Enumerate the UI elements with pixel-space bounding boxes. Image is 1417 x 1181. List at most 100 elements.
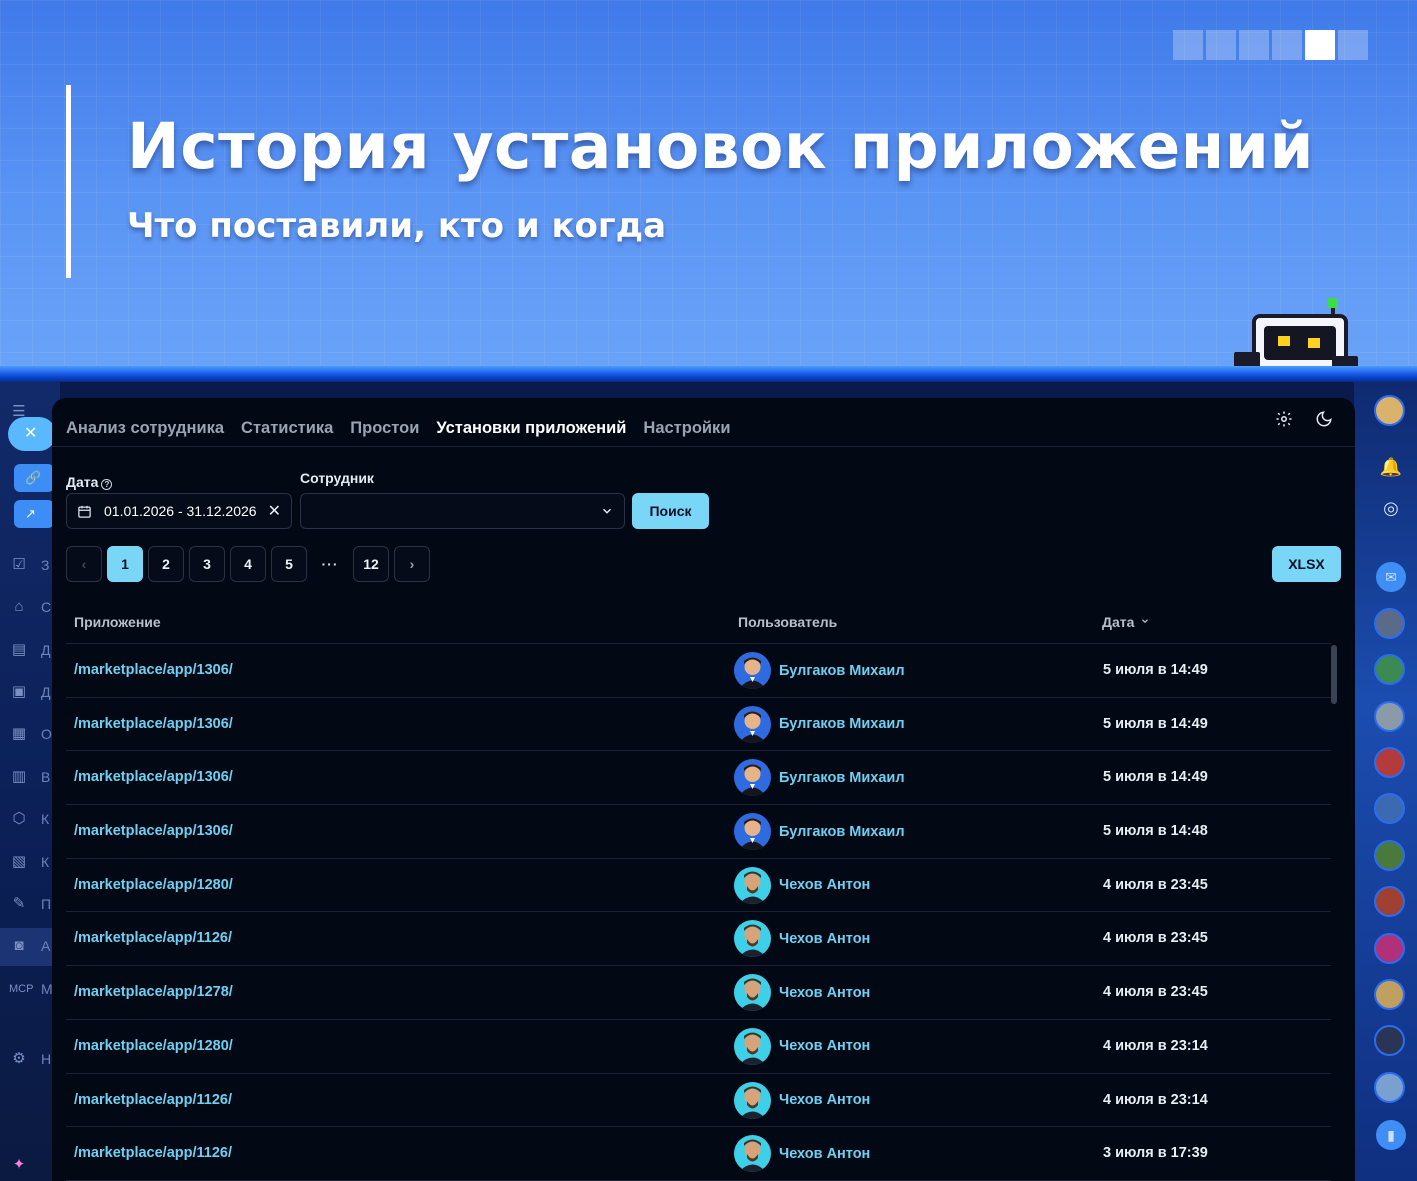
contact-avatar[interactable] <box>1374 701 1405 732</box>
tab-settings[interactable]: Настройки <box>643 419 730 438</box>
user-link[interactable]: Булгаков Михаил <box>779 770 905 786</box>
building-icon[interactable]: ⌂ <box>9 597 29 617</box>
contact-avatar[interactable] <box>1374 654 1405 685</box>
user-cell[interactable]: Булгаков Михаил <box>734 813 905 851</box>
document-icon[interactable]: ▤ <box>9 640 29 660</box>
hexagon-icon[interactable]: ⬡ <box>9 809 29 829</box>
contact-avatar[interactable] <box>1374 793 1405 824</box>
contact-avatar[interactable] <box>1374 933 1405 964</box>
user-cell[interactable]: Чехов Антон <box>734 866 870 904</box>
app-link[interactable]: /marketplace/app/1126/ <box>74 930 232 946</box>
tab-app-installs[interactable]: Установки приложений <box>436 419 626 438</box>
install-date: 5 июля в 14:49 <box>1103 715 1208 732</box>
user-link[interactable]: Чехов Антон <box>779 985 870 1001</box>
user-link[interactable]: Чехов Антон <box>779 877 870 893</box>
app-link[interactable]: /marketplace/app/1126/ <box>74 1145 232 1161</box>
contact-avatar[interactable] <box>1374 608 1405 639</box>
tab-statistics[interactable]: Статистика <box>241 419 333 438</box>
employee-select[interactable] <box>300 493 625 529</box>
help-icon[interactable]: ? <box>101 479 113 490</box>
panel-toolbar <box>1275 408 1333 430</box>
checkbox-icon[interactable]: ☑ <box>9 555 29 575</box>
page-button[interactable]: 4 <box>230 546 266 582</box>
app-link[interactable]: /marketplace/app/1280/ <box>74 877 233 893</box>
page-button[interactable]: 2 <box>148 546 184 582</box>
column-header-date[interactable]: Дата <box>1102 614 1150 630</box>
messages-icon[interactable]: ✉ <box>1376 562 1406 592</box>
app-installs-panel: Анализ сотрудника Статистика Простои Уст… <box>52 398 1355 1181</box>
contact-avatar[interactable] <box>1374 1072 1405 1103</box>
user-link[interactable]: Чехов Антон <box>779 931 870 947</box>
link-button[interactable]: 🔗 <box>14 464 54 492</box>
settings-icon[interactable]: ⚙ <box>9 1049 29 1069</box>
user-cell[interactable]: Булгаков Михаил <box>734 759 905 797</box>
hero-divider-glow <box>0 366 1417 382</box>
app-link[interactable]: /marketplace/app/1306/ <box>74 662 233 678</box>
app-link[interactable]: /marketplace/app/1280/ <box>74 1038 233 1054</box>
table-scrollbar[interactable] <box>1331 645 1337 704</box>
robot-icon[interactable]: ◙ <box>9 936 29 956</box>
user-link[interactable]: Чехов Антон <box>779 1038 870 1054</box>
export-xlsx-button[interactable]: XLSX <box>1272 546 1341 582</box>
current-user-avatar[interactable] <box>1374 395 1405 426</box>
next-page-button[interactable]: › <box>394 546 430 582</box>
search-button[interactable]: Поиск <box>632 493 709 529</box>
pagination-ellipsis[interactable]: ··· <box>312 546 348 582</box>
sidebar-item-letter: С <box>41 599 52 615</box>
contact-avatar[interactable] <box>1374 747 1405 778</box>
table-row: /marketplace/app/1306/Булгаков Михаил 5 и… <box>66 644 1331 698</box>
clear-icon[interactable]: ✕ <box>268 501 281 521</box>
install-date: 5 июля в 14:49 <box>1103 769 1208 786</box>
user-link[interactable]: Чехов Антон <box>779 1146 870 1162</box>
user-link[interactable]: Булгаков Михаил <box>779 824 905 840</box>
tab-employee-analysis[interactable]: Анализ сотрудника <box>66 419 224 438</box>
user-link[interactable]: Булгаков Михаил <box>779 663 905 679</box>
bar-chart-icon[interactable]: ▥ <box>9 767 29 787</box>
avatar <box>734 652 771 689</box>
user-cell[interactable]: Булгаков Михаил <box>734 705 905 743</box>
app-link[interactable]: /marketplace/app/1278/ <box>74 984 233 1000</box>
table-row: /marketplace/app/1306/Булгаков Михаил 5 и… <box>66 805 1331 859</box>
page-button[interactable]: 1 <box>107 546 143 582</box>
presentation-icon[interactable]: ▣ <box>9 682 29 702</box>
contact-avatar[interactable] <box>1374 840 1405 871</box>
user-cell[interactable]: Чехов Антон <box>734 974 870 1012</box>
bell-icon[interactable]: 🔔 <box>1376 452 1406 482</box>
page-button[interactable]: 3 <box>189 546 225 582</box>
app-link[interactable]: /marketplace/app/1306/ <box>74 716 233 732</box>
close-button[interactable]: ✕ <box>8 417 56 451</box>
app-link[interactable]: /marketplace/app/1306/ <box>74 769 233 785</box>
calendar-icon[interactable]: ▦ <box>9 724 29 744</box>
pen-icon[interactable]: ✎ <box>9 894 29 914</box>
mcp-icon[interactable]: MCP <box>9 979 33 999</box>
user-cell[interactable]: Чехов Антон <box>734 1027 870 1065</box>
sidebar-item-letter: О <box>41 726 52 742</box>
user-cell[interactable]: Булгаков Михаил <box>734 652 905 689</box>
open-external-button[interactable]: ↗ <box>14 500 54 528</box>
page-button[interactable]: 5 <box>271 546 307 582</box>
avatar <box>734 813 771 851</box>
chat-search-icon[interactable]: ◎ <box>1376 493 1406 523</box>
user-cell[interactable]: Чехов Антон <box>734 920 870 958</box>
gear-icon[interactable] <box>1275 410 1293 428</box>
app-link[interactable]: /marketplace/app/1306/ <box>74 823 233 839</box>
tab-downtime[interactable]: Простои <box>350 419 419 438</box>
sidebar-item-letter: Д <box>41 684 51 700</box>
tab-bar: Анализ сотрудника Статистика Простои Уст… <box>66 408 730 448</box>
user-cell[interactable]: Чехов Антон <box>734 1135 870 1173</box>
calendar-icon <box>78 505 91 518</box>
sparkle-icon[interactable]: ✦ <box>9 1155 29 1175</box>
user-link[interactable]: Чехов Антон <box>779 1092 870 1108</box>
edit-document-icon[interactable]: ▧ <box>9 852 29 872</box>
date-range-input[interactable]: 01.01.2026 - 31.12.2026 ✕ <box>66 493 292 529</box>
app-link[interactable]: /marketplace/app/1126/ <box>74 1092 232 1108</box>
prev-page-button[interactable]: ‹ <box>66 546 102 582</box>
moon-icon[interactable] <box>1315 410 1333 428</box>
page-button[interactable]: 12 <box>353 546 389 582</box>
bookmark-icon[interactable]: ▮ <box>1376 1120 1406 1150</box>
contact-avatar[interactable] <box>1374 1025 1405 1056</box>
user-cell[interactable]: Чехов Антон <box>734 1081 870 1119</box>
contact-avatar[interactable] <box>1374 979 1405 1010</box>
user-link[interactable]: Булгаков Михаил <box>779 716 905 732</box>
contact-avatar[interactable] <box>1374 886 1405 917</box>
